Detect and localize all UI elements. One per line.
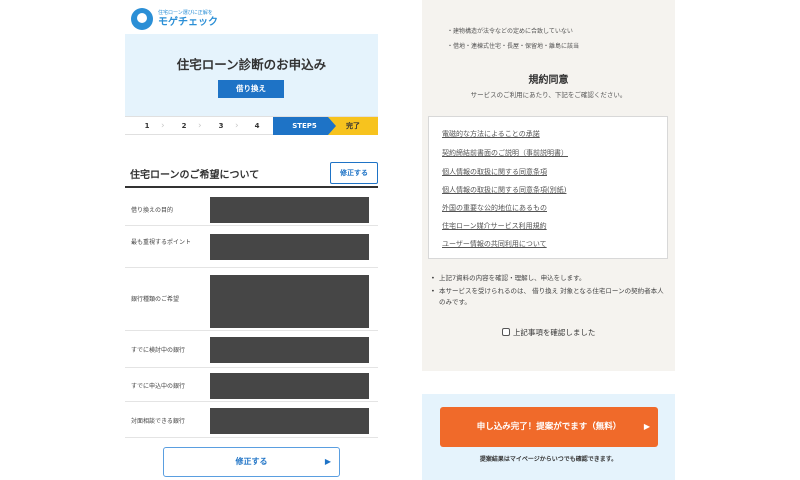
masked-value (210, 373, 369, 399)
agreement-panel: ・建物構造が法令などの定めに合致していない ・借地・連棟式住宅・長屋・保留地・離… (422, 0, 675, 480)
section-title: 住宅ローンのご希望について (130, 170, 260, 181)
table-row: 最も重視するポイント (125, 226, 378, 268)
edit-large-label: 修正する (235, 457, 268, 466)
step-3: 3 (218, 122, 224, 130)
masked-value (210, 234, 369, 260)
submit-button-label: 申し込み完了！提案がでます（無料） (476, 422, 622, 432)
arrow-right-icon: ▶ (643, 422, 650, 431)
page-title: 住宅ローン診断のお申込み (176, 57, 327, 72)
row-label: 銀行種類のご希望 (131, 296, 180, 303)
agreement-note-text: 上記7資料の内容を確認・理解し、申込をします。 (439, 274, 586, 282)
table-row: すでに検討中の銀行 (125, 331, 378, 368)
table-row: すでに申込中の銀行 (125, 368, 378, 402)
submit-note: 提案結果はマイページからいつでも確認できます。 (479, 456, 618, 463)
agreement-link[interactable]: 外国の重要な公的地位にあるもの (442, 203, 547, 213)
logo-icon (131, 8, 153, 30)
arrow-right-icon: ▶ (324, 457, 331, 466)
step-4: 4 (254, 122, 260, 130)
logo-name: モゲチェック (158, 16, 218, 28)
step-divider-icon: › (235, 121, 239, 131)
edit-large-button[interactable]: 修正する ▶ (163, 447, 340, 477)
masked-value (210, 337, 369, 363)
step-1: 1 (144, 122, 150, 130)
condition-bullet: ・建物構造が法令などの定めに合致していない (447, 28, 573, 35)
submit-application-button[interactable]: 申し込み完了！提案がでます（無料） ▶ (440, 407, 658, 447)
row-label: 最も重視するポイント (131, 239, 192, 246)
application-summary-panel: 住宅ローン選びに正解を モゲチェック 住宅ローン診断のお申込み 借り換え 1 ›… (125, 0, 378, 480)
masked-value (210, 197, 369, 223)
masked-value (210, 275, 369, 328)
step-progress-bar: 1 › 2 › 3 › 4 STEP5 完了 (125, 116, 378, 135)
condition-bullet: ・借地・連棟式住宅・長屋・保留地・離島に該当 (447, 43, 580, 50)
logo-text: 住宅ローン選びに正解を モゲチェック (158, 10, 218, 29)
hero-banner: 住宅ローン診断のお申込み 借り換え (125, 34, 378, 116)
agreement-document-list: 電磁的な方法によることの承諾 契約締結前書面のご説明（事前説明書） 個人情報の取… (428, 116, 668, 259)
agreement-card: ・建物構造が法令などの定めに合致していない ・借地・連棟式住宅・長屋・保留地・離… (422, 0, 675, 371)
agreement-subtitle: サービスのご利用にあたり、下記をご確認ください。 (470, 91, 627, 99)
edit-button[interactable]: 修正する (330, 162, 378, 184)
confirm-checkbox-label[interactable]: 上記事項を確認しました (513, 328, 596, 337)
table-row: 対面相談できる銀行 (125, 402, 378, 438)
brand-logo[interactable]: 住宅ローン選びに正解を モゲチェック (131, 8, 218, 30)
agreement-note: • 上記7資料の内容を確認・理解し、申込をします。 (431, 273, 669, 284)
agreement-title: 規約同意 (528, 75, 569, 86)
agreement-link[interactable]: 個人情報の取扱に関する同意条項(別紙) (442, 185, 566, 195)
step-divider-icon: › (161, 121, 165, 131)
row-label: 対面相談できる銀行 (131, 418, 185, 425)
agreement-link[interactable]: 電磁的な方法によることの承諾 (442, 129, 540, 139)
row-label: すでに検討中の銀行 (131, 347, 186, 354)
step-5-current: STEP5 (273, 117, 336, 135)
step-divider-icon: › (198, 121, 202, 131)
confirm-checkbox-row[interactable]: 上記事項を確認しました (422, 327, 675, 338)
agreement-link[interactable]: 住宅ローン媒介サービス利用規約 (442, 221, 547, 231)
submit-area: 申し込み完了！提案がでます（無料） ▶ 提案結果はマイページからいつでも確認でき… (422, 394, 675, 480)
bullet-icon: • (431, 287, 435, 295)
agreement-link[interactable]: 個人情報の取扱に関する同意条項 (442, 167, 547, 177)
refinance-badge-button[interactable]: 借り換え (218, 80, 284, 98)
bullet-icon: • (431, 274, 435, 282)
agreement-note-text: 本サービスを受けられるのは、 借り換え 対象となる住宅ローンの契約者本人のみです… (439, 287, 664, 306)
agreement-link[interactable]: 契約締結前書面のご説明（事前説明書） (442, 148, 568, 158)
table-row: 銀行種類のご希望 (125, 268, 378, 331)
agreement-note: • 本サービスを受けられるのは、 借り換え 対象となる住宅ローンの契約者本人のみ… (431, 286, 669, 308)
row-label: すでに申込中の銀行 (131, 383, 186, 390)
confirm-checkbox[interactable] (501, 328, 510, 336)
row-label: 借り換えの目的 (131, 207, 174, 214)
agreement-link[interactable]: ユーザー情報の共同利用について (442, 239, 547, 249)
step-2: 2 (181, 122, 187, 130)
masked-value (210, 408, 369, 434)
logo-tagline: 住宅ローン選びに正解を (158, 9, 213, 16)
table-row: 借り換えの目的 (125, 188, 378, 226)
